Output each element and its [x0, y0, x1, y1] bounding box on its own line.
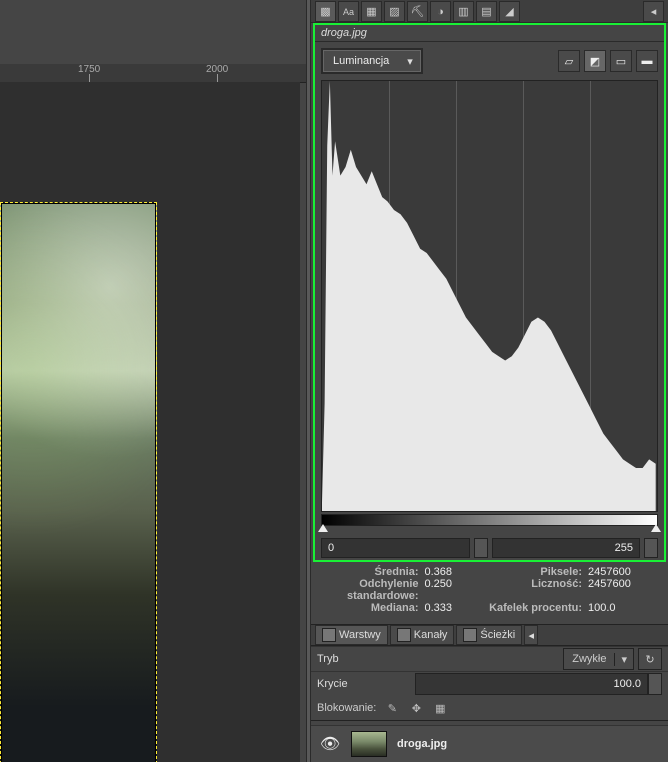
range-handle-high[interactable] [651, 524, 661, 532]
tab-text-icon[interactable]: Aa [338, 1, 359, 22]
layer-name[interactable]: droga.jpg [397, 738, 447, 750]
ruler-tick: 1750 [78, 64, 100, 75]
stat-median-label: Mediana: [321, 602, 425, 614]
hist-linear-icon[interactable]: ▱ [558, 50, 580, 72]
layer-mode-row: Tryb Zwykłe ▾ ↻ [311, 646, 668, 671]
dock-tabstrip: ▩ Aa ▦ ▨ ⛏ ◑ ▥ ▤ ◢ ◂ [311, 0, 668, 23]
dock-menu-icon[interactable]: ◂ [524, 625, 538, 645]
tab-pattern-icon[interactable]: ▦ [361, 1, 382, 22]
layer-opacity-row: Krycie 100.0 [311, 671, 668, 696]
histogram-plot[interactable] [321, 80, 658, 512]
stat-std-label: Odchylenie standardowe: [321, 578, 425, 602]
stat-pixels-label: Piksele: [485, 566, 589, 578]
stat-std-value: 0.250 [425, 578, 485, 602]
gradient-bar [321, 514, 658, 526]
range-min-input[interactable]: 0 [321, 538, 470, 558]
histogram-panel: droga.jpg Luminancja ▾ ▱ ◩ ▭ ▬ [313, 23, 666, 562]
tab-mask-icon[interactable]: ◑ [430, 1, 451, 22]
histogram-filename: droga.jpg [315, 25, 664, 42]
reset-mode-button[interactable]: ↻ [638, 648, 662, 670]
opacity-stepper[interactable] [648, 673, 662, 695]
stat-tile-label: Kafelek procentu: [485, 602, 589, 614]
tab-paths[interactable]: Ścieżki [456, 625, 522, 645]
range-max-stepper[interactable] [644, 538, 658, 558]
range-min-stepper[interactable] [474, 538, 488, 558]
histogram-shape [322, 81, 656, 511]
chevron-down-icon: ▾ [399, 55, 421, 68]
image-canvas[interactable] [0, 202, 157, 762]
lock-label: Blokowanie: [317, 702, 376, 714]
canvas-ruler: 1750 2000 [0, 64, 308, 83]
opacity-input[interactable]: 100.0 [415, 673, 648, 695]
lock-paint-icon[interactable]: ✎ [384, 700, 400, 716]
hist-mode-a-icon[interactable]: ▭ [610, 50, 632, 72]
histogram-stats: Średnia: 0.368 Piksele: 2457600 Odchylen… [311, 562, 668, 620]
tab-channels[interactable]: Kanały [390, 625, 455, 645]
stat-median-value: 0.333 [425, 602, 485, 614]
channels-icon [397, 628, 411, 642]
layer-list: 👁 droga.jpg [311, 720, 668, 762]
lower-dock-tabs: Warstwy Kanały Ścieżki ◂ [311, 624, 668, 646]
mode-label: Tryb [317, 653, 407, 665]
stat-mean-value: 0.368 [425, 566, 485, 578]
tab-gradient-icon[interactable]: ▨ [384, 1, 405, 22]
layer-thumbnail[interactable] [351, 731, 387, 757]
mode-select-value: Zwykłe [564, 653, 614, 665]
chevron-down-icon: ▾ [614, 653, 633, 666]
stat-mean-label: Średnia: [321, 566, 425, 578]
stat-pixels-value: 2457600 [588, 566, 658, 578]
tab-brush-icon[interactable]: ▩ [315, 1, 336, 22]
mode-select[interactable]: Zwykłe ▾ [563, 648, 634, 670]
range-max-input[interactable]: 255 [492, 538, 641, 558]
tab-filter-icon[interactable]: ▤ [476, 1, 497, 22]
hist-mode-b-icon[interactable]: ▬ [636, 50, 658, 72]
range-slider[interactable] [321, 526, 658, 536]
tab-layers[interactable]: Warstwy [315, 625, 388, 645]
paths-icon [463, 628, 477, 642]
stat-tile-value: 100.0 [588, 602, 658, 614]
channel-select[interactable]: Luminancja ▾ [321, 48, 423, 74]
channel-select-label: Luminancja [323, 55, 399, 67]
tab-tool-icon[interactable]: ⛏ [407, 1, 428, 22]
tab-histogram-icon[interactable]: ◢ [499, 1, 520, 22]
ruler-tick: 2000 [206, 64, 228, 75]
layer-lock-row: Blokowanie: ✎ ✥ ▦ [311, 696, 668, 720]
lock-move-icon[interactable]: ✥ [408, 700, 424, 716]
hist-log-icon[interactable]: ◩ [584, 50, 606, 72]
layer-row[interactable]: 👁 droga.jpg [311, 725, 668, 762]
stat-count-label: Liczność: [485, 578, 589, 602]
canvas-area[interactable] [0, 82, 300, 762]
range-handle-low[interactable] [318, 524, 328, 532]
stat-count-value: 2457600 [588, 578, 658, 602]
tab-grid-icon[interactable]: ▥ [453, 1, 474, 22]
dock-menu-icon[interactable]: ◂ [643, 1, 664, 22]
visibility-toggle-icon[interactable]: 👁 [319, 733, 341, 755]
lock-alpha-icon[interactable]: ▦ [432, 700, 448, 716]
layers-icon [322, 628, 336, 642]
opacity-label: Krycie [317, 678, 407, 690]
